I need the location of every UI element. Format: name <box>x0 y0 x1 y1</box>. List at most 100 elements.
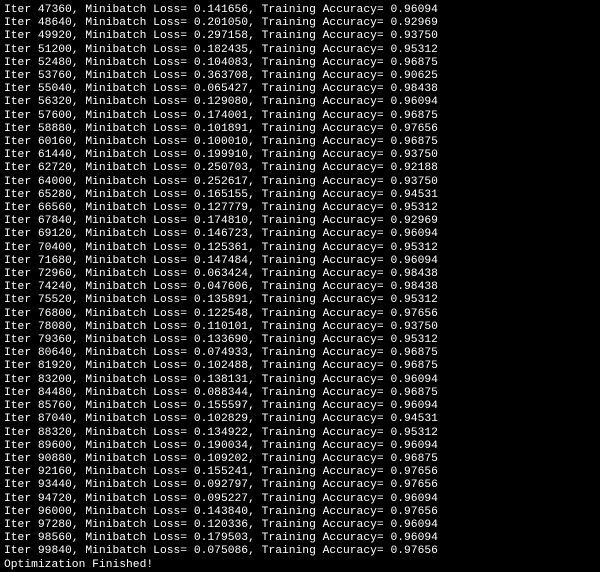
training-log-line: Iter 55040, Minibatch Loss= 0.065427, Tr… <box>4 83 596 96</box>
accuracy-value: 0.97656 <box>390 123 437 135</box>
loss-value: 0.120336 <box>194 519 248 531</box>
iter-value: 93440 <box>38 479 72 491</box>
accuracy-value: 0.97656 <box>390 466 437 478</box>
training-log-line: Iter 69120, Minibatch Loss= 0.146723, Tr… <box>4 228 596 241</box>
loss-value: 0.135891 <box>194 294 248 306</box>
loss-value: 0.134922 <box>194 427 248 439</box>
accuracy-value: 0.90625 <box>390 70 437 82</box>
accuracy-value: 0.95312 <box>390 427 437 439</box>
iter-value: 94720 <box>38 493 72 505</box>
training-log-line: Iter 99840, Minibatch Loss= 0.075086, Tr… <box>4 545 596 558</box>
iter-value: 71680 <box>38 255 72 267</box>
iter-value: 79360 <box>38 334 72 346</box>
iter-value: 96000 <box>38 506 72 518</box>
training-log-line: Iter 96000, Minibatch Loss= 0.143840, Tr… <box>4 506 596 519</box>
accuracy-value: 0.95312 <box>390 202 437 214</box>
accuracy-value: 0.96094 <box>390 228 437 240</box>
iter-value: 57600 <box>38 110 72 122</box>
training-log-line: Iter 89600, Minibatch Loss= 0.190034, Tr… <box>4 440 596 453</box>
accuracy-value: 0.95312 <box>390 242 437 254</box>
iter-value: 92160 <box>38 466 72 478</box>
accuracy-value: 0.94531 <box>390 413 437 425</box>
training-log-line: Iter 49920, Minibatch Loss= 0.297158, Tr… <box>4 30 596 43</box>
loss-value: 0.125361 <box>194 242 248 254</box>
accuracy-value: 0.97656 <box>390 479 437 491</box>
loss-value: 0.201050 <box>194 17 248 29</box>
accuracy-value: 0.96094 <box>390 400 437 412</box>
iter-value: 89600 <box>38 440 72 452</box>
loss-value: 0.102488 <box>194 360 248 372</box>
optimization-finished-message: Optimization Finished! <box>4 559 596 572</box>
loss-value: 0.100010 <box>194 136 248 148</box>
accuracy-value: 0.96875 <box>390 57 437 69</box>
accuracy-value: 0.96875 <box>390 136 437 148</box>
training-log-line: Iter 64000, Minibatch Loss= 0.252617, Tr… <box>4 176 596 189</box>
accuracy-value: 0.96094 <box>390 493 437 505</box>
iter-value: 69120 <box>38 228 72 240</box>
iter-value: 78080 <box>38 321 72 333</box>
training-log-line: Iter 94720, Minibatch Loss= 0.095227, Tr… <box>4 493 596 506</box>
loss-value: 0.250703 <box>194 162 248 174</box>
loss-value: 0.104083 <box>194 57 248 69</box>
iter-value: 85760 <box>38 400 72 412</box>
training-log-line: Iter 81920, Minibatch Loss= 0.102488, Tr… <box>4 360 596 373</box>
training-log-line: Iter 97280, Minibatch Loss= 0.120336, Tr… <box>4 519 596 532</box>
training-log-line: Iter 84480, Minibatch Loss= 0.088344, Tr… <box>4 387 596 400</box>
accuracy-value: 0.93750 <box>390 321 437 333</box>
iter-value: 88320 <box>38 427 72 439</box>
iter-value: 49920 <box>38 30 72 42</box>
training-log-line: Iter 48640, Minibatch Loss= 0.201050, Tr… <box>4 17 596 30</box>
loss-value: 0.063424 <box>194 268 248 280</box>
training-log-line: Iter 92160, Minibatch Loss= 0.155241, Tr… <box>4 466 596 479</box>
accuracy-value: 0.92188 <box>390 162 437 174</box>
training-log-line: Iter 83200, Minibatch Loss= 0.138131, Tr… <box>4 374 596 387</box>
training-log-line: Iter 70400, Minibatch Loss= 0.125361, Tr… <box>4 242 596 255</box>
loss-value: 0.297158 <box>194 30 248 42</box>
training-log-line: Iter 80640, Minibatch Loss= 0.074933, Tr… <box>4 347 596 360</box>
training-log-line: Iter 57600, Minibatch Loss= 0.174001, Tr… <box>4 110 596 123</box>
loss-value: 0.133690 <box>194 334 248 346</box>
accuracy-value: 0.93750 <box>390 30 437 42</box>
training-log-line: Iter 66560, Minibatch Loss= 0.127779, Tr… <box>4 202 596 215</box>
iter-value: 66560 <box>38 202 72 214</box>
accuracy-value: 0.97656 <box>390 506 437 518</box>
training-log-line: Iter 67840, Minibatch Loss= 0.174810, Tr… <box>4 215 596 228</box>
accuracy-value: 0.95312 <box>390 44 437 56</box>
iter-value: 98560 <box>38 532 72 544</box>
training-log-line: Iter 47360, Minibatch Loss= 0.141656, Tr… <box>4 4 596 17</box>
training-log-line: Iter 71680, Minibatch Loss= 0.147484, Tr… <box>4 255 596 268</box>
accuracy-value: 0.96094 <box>390 374 437 386</box>
training-log-line: Iter 78080, Minibatch Loss= 0.110101, Tr… <box>4 321 596 334</box>
iter-value: 61440 <box>38 149 72 161</box>
training-log-line: Iter 76800, Minibatch Loss= 0.122548, Tr… <box>4 308 596 321</box>
loss-value: 0.165155 <box>194 189 248 201</box>
iter-value: 60160 <box>38 136 72 148</box>
loss-value: 0.110101 <box>194 321 248 333</box>
iter-value: 58880 <box>38 123 72 135</box>
training-log-line: Iter 98560, Minibatch Loss= 0.179503, Tr… <box>4 532 596 545</box>
loss-value: 0.101891 <box>194 123 248 135</box>
accuracy-value: 0.96875 <box>390 453 437 465</box>
iter-value: 48640 <box>38 17 72 29</box>
accuracy-value: 0.95312 <box>390 294 437 306</box>
training-log-line: Iter 65280, Minibatch Loss= 0.165155, Tr… <box>4 189 596 202</box>
iter-value: 51200 <box>38 44 72 56</box>
loss-value: 0.138131 <box>194 374 248 386</box>
iter-value: 47360 <box>38 4 72 16</box>
loss-value: 0.155241 <box>194 466 248 478</box>
loss-value: 0.141656 <box>194 4 248 16</box>
loss-value: 0.047606 <box>194 281 248 293</box>
iter-value: 80640 <box>38 347 72 359</box>
iter-value: 65280 <box>38 189 72 201</box>
training-log-line: Iter 60160, Minibatch Loss= 0.100010, Tr… <box>4 136 596 149</box>
iter-value: 70400 <box>38 242 72 254</box>
training-log-line: Iter 88320, Minibatch Loss= 0.134922, Tr… <box>4 427 596 440</box>
accuracy-value: 0.96094 <box>390 255 437 267</box>
loss-value: 0.182435 <box>194 44 248 56</box>
training-log-line: Iter 90880, Minibatch Loss= 0.109202, Tr… <box>4 453 596 466</box>
accuracy-value: 0.96875 <box>390 360 437 372</box>
loss-value: 0.122548 <box>194 308 248 320</box>
iter-value: 90880 <box>38 453 72 465</box>
loss-value: 0.129080 <box>194 96 248 108</box>
loss-value: 0.155597 <box>194 400 248 412</box>
